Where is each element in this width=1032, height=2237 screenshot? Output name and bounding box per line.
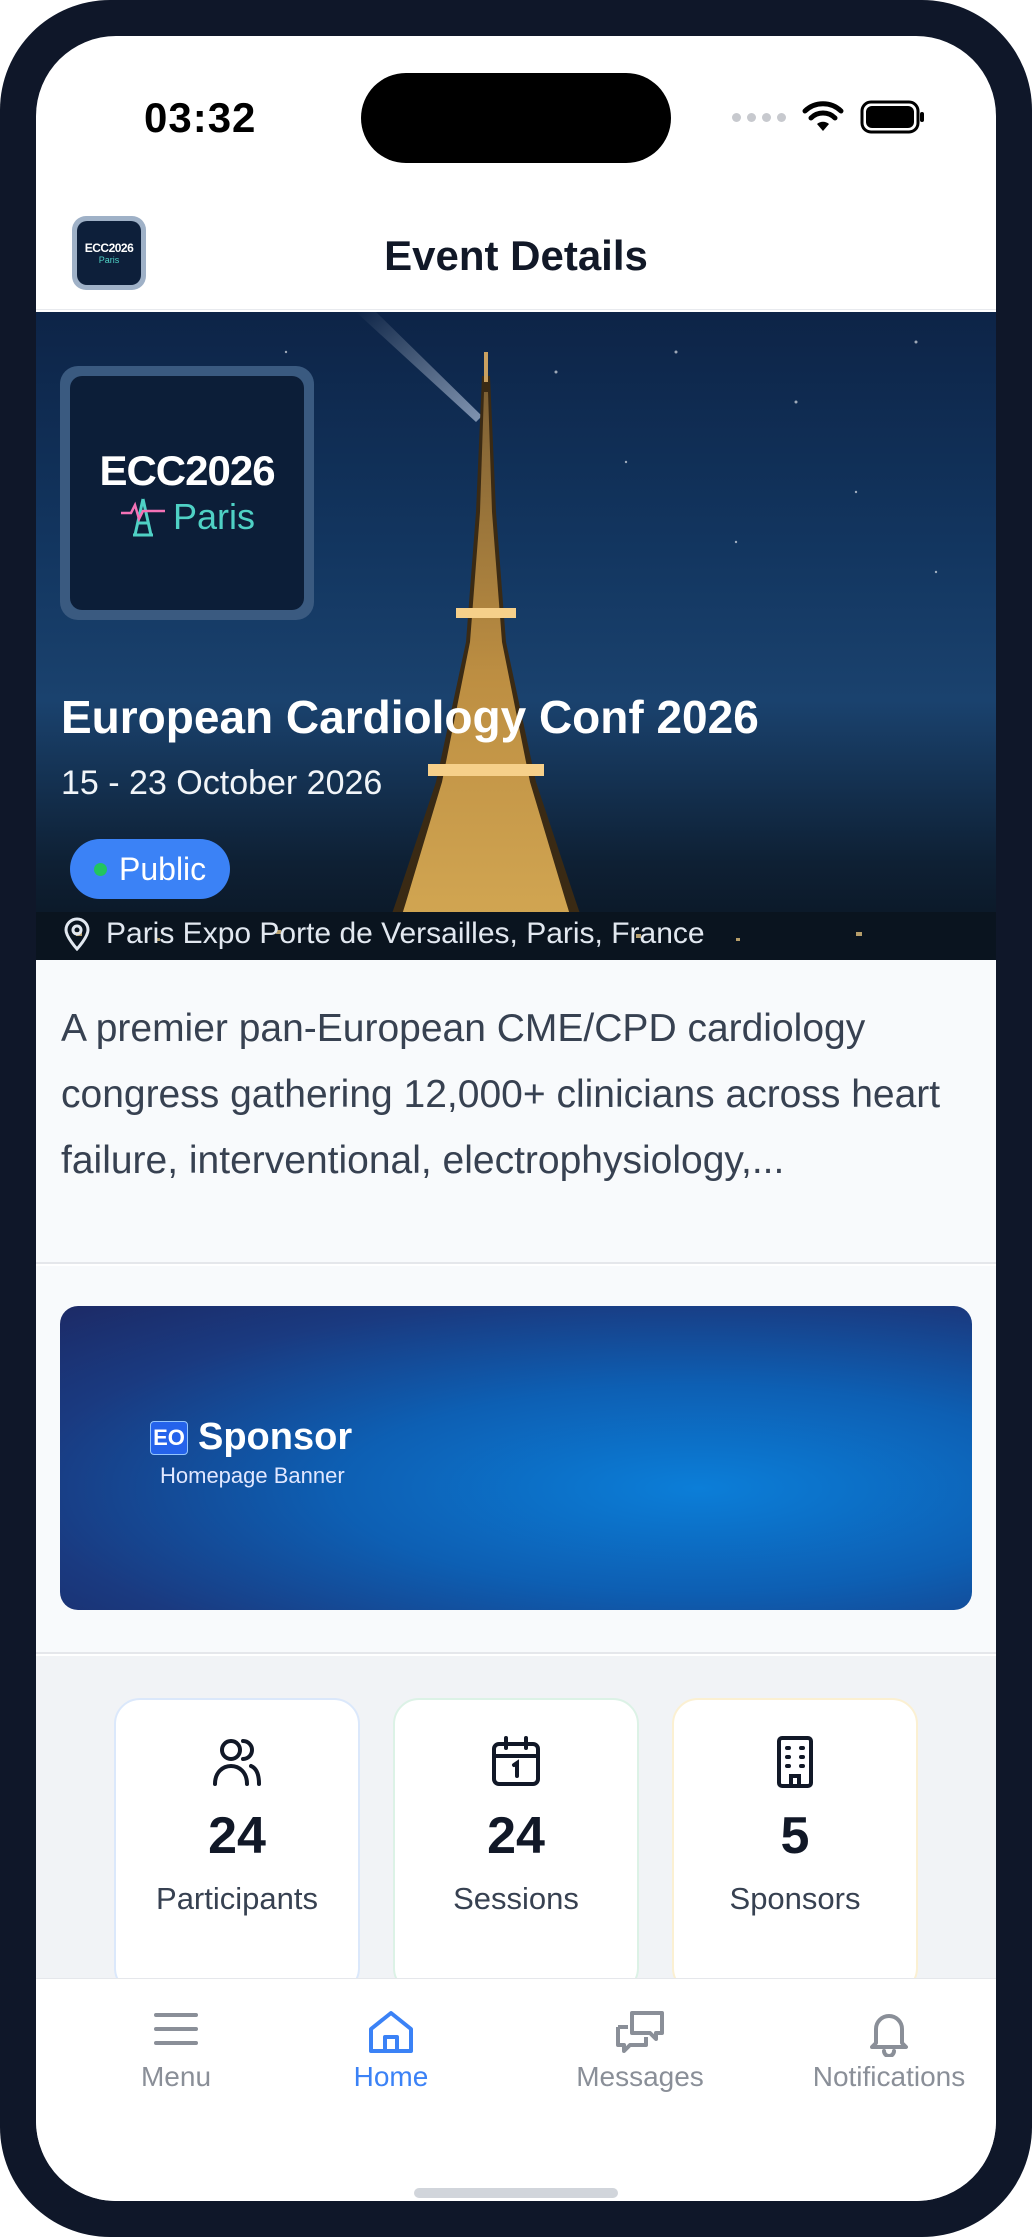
visibility-badge: Public	[70, 839, 231, 899]
stat-label: Sessions	[453, 1881, 579, 1916]
nav-menu-label: Menu	[140, 2061, 212, 2092]
nav-notifications-label: Notifications	[812, 2061, 966, 2092]
sponsor-banner-subtitle: Homepage Banner	[160, 1463, 345, 1488]
building-icon	[777, 1736, 813, 1788]
nav-messages-label: Messages	[576, 2061, 704, 2092]
stats-section: 24 Participants 24 Sessions 5 Sponsors	[36, 1656, 996, 2016]
calendar-icon	[492, 1736, 540, 1786]
stat-value: 24	[208, 1807, 266, 1865]
banner-section: EO Sponsor Homepage Banner	[36, 1266, 996, 1654]
status-indicators	[732, 100, 926, 134]
event-description[interactable]: A premier pan-European CME/CPD cardiolog…	[61, 996, 971, 1194]
dynamic-island	[361, 73, 671, 163]
location-text: Paris Expo Porte de Versailles, Paris, F…	[106, 917, 705, 950]
event-logo: ECC2026 Paris	[60, 366, 314, 620]
stat-value: 5	[780, 1807, 810, 1865]
eiffel-heartbeat-icon	[120, 498, 165, 537]
screen: 03:32 ECC2026 Paris Event Details ECC202…	[36, 36, 996, 2201]
stat-value: 24	[487, 1807, 545, 1865]
event-logo-subtext: Paris	[172, 496, 256, 537]
messages-icon	[616, 2011, 664, 2053]
location-pin-icon	[64, 917, 90, 951]
sponsor-banner[interactable]: EO Sponsor Homepage Banner	[60, 1306, 972, 1610]
page-title: Event Details	[384, 232, 648, 279]
device-frame: 03:32 ECC2026 Paris Event Details ECC202…	[0, 0, 1032, 2237]
stat-card-sessions[interactable]: 24 Sessions	[393, 1698, 639, 1994]
home-icon	[369, 2011, 413, 2053]
stat-card-participants[interactable]: 24 Participants	[114, 1698, 360, 1994]
status-time: 03:32	[144, 94, 257, 141]
event-location[interactable]: Paris Expo Porte de Versailles, Paris, F…	[62, 917, 705, 951]
sponsor-banner-title: Sponsor	[198, 1416, 353, 1458]
event-logo-subline: Paris	[119, 495, 255, 539]
event-title: European Cardiology Conf 2026	[61, 691, 759, 743]
users-icon	[213, 1739, 261, 1786]
sponsor-logo-badge: EO	[150, 1420, 188, 1455]
wifi-icon	[802, 101, 844, 131]
nav-home-label: Home	[353, 2061, 429, 2092]
stat-card-sponsors[interactable]: 5 Sponsors	[672, 1698, 918, 1994]
event-dates: 15 - 23 October 2026	[61, 764, 383, 802]
home-indicator[interactable]	[414, 2188, 618, 2198]
cellular-signal-icon	[732, 112, 786, 122]
status-dot-icon	[94, 862, 107, 876]
stat-label: Participants	[156, 1881, 318, 1916]
stat-label: Sponsors	[729, 1881, 861, 1916]
sponsor-brand: EO Sponsor	[150, 1416, 352, 1459]
visibility-label: Public	[119, 850, 207, 887]
event-hero: ECC2026 Paris European Cardiology Conf 2…	[36, 312, 996, 960]
bottom-nav: Menu Home Messages Notifications	[36, 1978, 996, 2201]
menu-icon	[154, 2013, 198, 2045]
event-logo-text: ECC2026	[99, 447, 275, 494]
battery-icon	[860, 100, 924, 134]
description-section: A premier pan-European CME/CPD cardiolog…	[36, 960, 996, 1264]
bell-icon	[870, 2014, 908, 2057]
app-header: ECC2026 Paris Event Details	[36, 186, 996, 310]
